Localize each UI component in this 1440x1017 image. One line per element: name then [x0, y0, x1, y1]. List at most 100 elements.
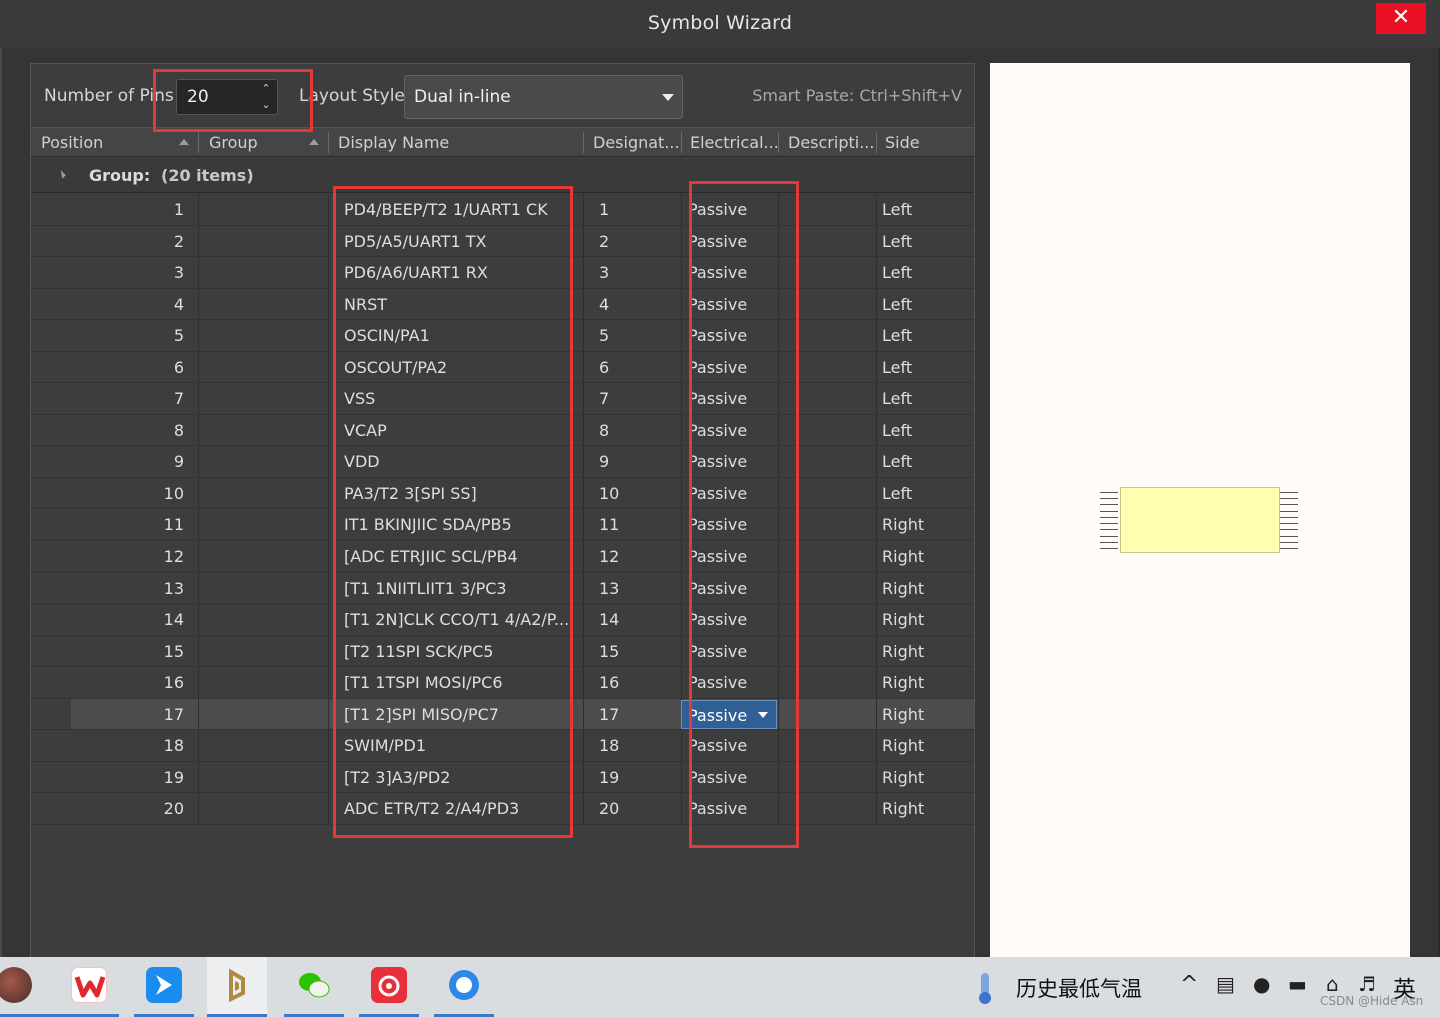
table-row[interactable]: 13 [T1 1NIITLIIT1 3/PC3 13 Passive Right: [31, 572, 974, 605]
table-row[interactable]: 18 SWIM/PD1 18 Passive Right: [31, 730, 974, 762]
column-header-group[interactable]: Group: [209, 133, 258, 152]
cell-electrical[interactable]: Passive: [688, 263, 747, 282]
cell-position[interactable]: 7: [174, 389, 184, 408]
cell-side[interactable]: Right: [882, 547, 924, 566]
cell-position[interactable]: 1: [174, 200, 184, 219]
cell-electrical[interactable]: Passive: [688, 547, 747, 566]
cell-designator[interactable]: 11: [599, 515, 619, 534]
tray-app-icon[interactable]: ▤: [1216, 972, 1235, 996]
cell-designator[interactable]: 7: [599, 389, 609, 408]
cell-display-name[interactable]: PA3/T2 3[SPI SS]: [344, 484, 477, 503]
cell-position[interactable]: 18: [164, 736, 184, 755]
cell-electrical[interactable]: Passive: [688, 799, 747, 818]
cell-electrical[interactable]: Passive: [688, 358, 747, 377]
sort-ascending-icon[interactable]: [309, 139, 319, 145]
cell-designator[interactable]: 2: [599, 232, 609, 251]
cell-display-name[interactable]: [T1 2]SPI MISO/PC7: [344, 705, 499, 724]
column-divider[interactable]: [583, 132, 584, 153]
table-row[interactable]: 11 IT1 BKINJIIC SDA/PB5 11 Passive Right: [31, 509, 974, 542]
cell-display-name[interactable]: ADC ETR/T2 2/A4/PD3: [344, 799, 519, 818]
table-row[interactable]: 12 [ADC ETRJIIC SCL/PB4 12 Passive Right: [31, 541, 974, 573]
cell-position[interactable]: 9: [174, 452, 184, 471]
cell-display-name[interactable]: [T1 1NIITLIIT1 3/PC3: [344, 579, 507, 598]
cell-designator[interactable]: 6: [599, 358, 609, 377]
electrical-type-dropdown[interactable]: Passive: [681, 699, 777, 729]
cell-electrical[interactable]: Passive: [688, 673, 747, 692]
column-header-description[interactable]: Descripti...: [788, 133, 874, 152]
cell-side[interactable]: Right: [882, 673, 924, 692]
table-row[interactable]: 5 OSCIN/PA1 5 Passive Left: [31, 320, 974, 352]
cell-side[interactable]: Right: [882, 515, 924, 534]
cell-position[interactable]: 20: [164, 799, 184, 818]
cell-electrical[interactable]: Passive: [688, 232, 747, 251]
tray-chevron-icon[interactable]: ^: [1180, 972, 1198, 997]
table-row[interactable]: 1 PD4/BEEP/T2 1/UART1 CK 1 Passive Left: [31, 194, 974, 226]
cell-designator[interactable]: 17: [599, 705, 619, 724]
sort-ascending-icon[interactable]: [179, 139, 189, 145]
browser-icon[interactable]: [434, 957, 494, 1017]
cell-designator[interactable]: 3: [599, 263, 609, 282]
cell-position[interactable]: 8: [174, 421, 184, 440]
cell-display-name[interactable]: IT1 BKINJIIC SDA/PB5: [344, 515, 512, 534]
cell-designator[interactable]: 5: [599, 326, 609, 345]
column-divider[interactable]: [198, 132, 199, 153]
cell-side[interactable]: Left: [882, 263, 912, 282]
cell-position[interactable]: 13: [164, 579, 184, 598]
cell-side[interactable]: Left: [882, 484, 912, 503]
cell-position[interactable]: 16: [164, 673, 184, 692]
column-header-side[interactable]: Side: [885, 133, 920, 152]
table-row[interactable]: 19 [T2 3]A3/PD2 19 Passive Right: [31, 761, 974, 794]
cell-position[interactable]: 3: [174, 263, 184, 282]
cell-display-name[interactable]: VCAP: [344, 421, 387, 440]
cell-designator[interactable]: 18: [599, 736, 619, 755]
cell-side[interactable]: Left: [882, 232, 912, 251]
cell-designator[interactable]: 1: [599, 200, 609, 219]
cell-position[interactable]: 10: [164, 484, 184, 503]
cell-designator[interactable]: 13: [599, 579, 619, 598]
thermometer-icon[interactable]: [970, 971, 1000, 1005]
cell-side[interactable]: Right: [882, 768, 924, 787]
cell-display-name[interactable]: PD5/A5/UART1 TX: [344, 232, 486, 251]
table-row[interactable]: 10 PA3/T2 3[SPI SS] 10 Passive Left: [31, 477, 974, 510]
cell-display-name[interactable]: NRST: [344, 295, 387, 314]
cell-display-name[interactable]: OSCIN/PA1: [344, 326, 430, 345]
column-header-display-name[interactable]: Display Name: [338, 133, 449, 152]
cell-side[interactable]: Left: [882, 389, 912, 408]
cell-display-name[interactable]: VDD: [344, 452, 380, 471]
column-divider[interactable]: [681, 132, 682, 153]
cell-side[interactable]: Left: [882, 358, 912, 377]
spin-up-icon[interactable]: ⌃: [257, 81, 275, 97]
cell-position[interactable]: 6: [174, 358, 184, 377]
cell-designator[interactable]: 20: [599, 799, 619, 818]
cell-position[interactable]: 5: [174, 326, 184, 345]
avatar-app-icon[interactable]: [0, 957, 60, 1017]
cell-side[interactable]: Left: [882, 200, 912, 219]
layout-style-dropdown[interactable]: Dual in-line: [404, 75, 683, 119]
weather-text[interactable]: 历史最低气温: [1016, 973, 1142, 1003]
cell-designator[interactable]: 19: [599, 768, 619, 787]
pins-count-input[interactable]: [177, 80, 249, 114]
group-row[interactable]: Group: (20 items): [31, 158, 974, 193]
table-row[interactable]: 15 [T2 11SPI SCK/PC5 15 Passive Right: [31, 635, 974, 668]
cell-electrical[interactable]: Passive: [688, 326, 747, 345]
column-header-position[interactable]: Position: [41, 133, 103, 152]
cell-designator[interactable]: 12: [599, 547, 619, 566]
cell-electrical[interactable]: Passive: [688, 642, 747, 661]
cell-display-name[interactable]: PD4/BEEP/T2 1/UART1 CK: [344, 200, 548, 219]
volume-icon[interactable]: ♬: [1358, 972, 1376, 996]
wifi-icon[interactable]: ⌂: [1326, 972, 1339, 996]
column-divider[interactable]: [328, 132, 329, 153]
cell-designator[interactable]: 4: [599, 295, 609, 314]
cell-electrical[interactable]: Passive: [688, 200, 747, 219]
cell-electrical[interactable]: Passive: [688, 484, 747, 503]
cell-side[interactable]: Left: [882, 326, 912, 345]
cell-electrical[interactable]: Passive: [688, 610, 747, 629]
cell-display-name[interactable]: PD6/A6/UART1 RX: [344, 263, 488, 282]
altium-designer-icon[interactable]: [207, 957, 267, 1017]
cell-display-name[interactable]: VSS: [344, 389, 375, 408]
cell-electrical[interactable]: Passive: [688, 768, 747, 787]
cell-electrical[interactable]: Passive: [688, 736, 747, 755]
column-header-electrical[interactable]: Electrical...: [690, 133, 779, 152]
table-row[interactable]: 2 PD5/A5/UART1 TX 2 Passive Left: [31, 225, 974, 258]
table-row[interactable]: 3 PD6/A6/UART1 RX 3 Passive Left: [31, 257, 974, 289]
